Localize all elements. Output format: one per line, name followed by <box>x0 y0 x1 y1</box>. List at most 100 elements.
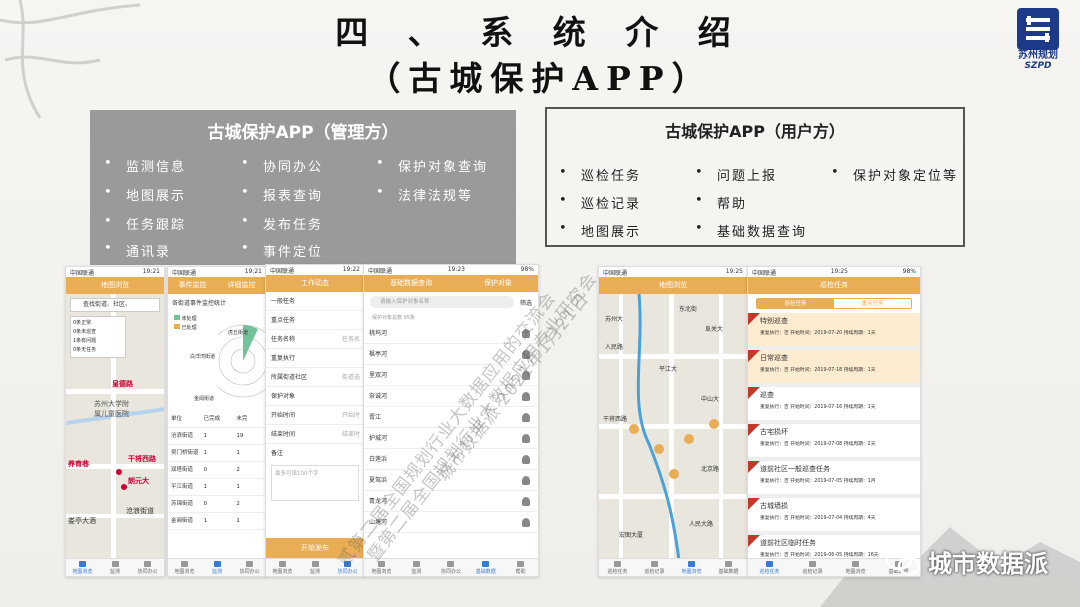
map-view[interactable]: 苏州大 人民路 平江大 东北街 阜关大 中山大 北京路 干将西路 人民大路 宏图… <box>599 294 747 558</box>
nav-bar: 事件监控 详细监控 <box>168 277 266 294</box>
segment-key[interactable]: 重点任务 <box>834 299 911 308</box>
table-row[interactable]: 苏锦街道 0 2 <box>168 496 266 513</box>
location-pin-icon[interactable] <box>654 444 664 454</box>
manager-box-heading: 古城保护APP（管理方） <box>207 123 399 143</box>
tab-office[interactable]: 协同办公 <box>434 559 469 576</box>
map-label: 宏图大厦 <box>619 532 644 539</box>
tab-monitor[interactable]: 监测 <box>201 559 234 576</box>
feature-item: 地图展示 <box>104 185 186 204</box>
feature-item: 巡检任务 <box>559 165 641 184</box>
location-pin-icon[interactable] <box>121 484 127 490</box>
task-flag-icon <box>748 461 760 473</box>
carrier-label: 中国联通 <box>368 268 393 275</box>
carrier-label: 中国联通 <box>603 270 628 277</box>
list-item[interactable]: 护城河 <box>364 428 538 449</box>
list-item[interactable]: 白莲浜 <box>364 449 538 470</box>
chart-legend: 未处理 已处理 <box>174 315 197 333</box>
feature-item: 发布任务 <box>241 214 323 233</box>
tab-office[interactable]: 协同办公 <box>331 559 364 576</box>
tab-map[interactable]: 地图浏览 <box>364 559 399 576</box>
search-input[interactable]: 查找街道、社区、 <box>70 298 160 312</box>
table-row[interactable]: 沧浪街道 1 19 <box>168 428 266 445</box>
nav-tab-event[interactable]: 事件监控 <box>179 277 207 294</box>
map-label: 北京路 <box>701 466 720 473</box>
location-pin-icon[interactable] <box>709 419 719 429</box>
tab-monitor[interactable]: 监测 <box>399 559 434 576</box>
list-item[interactable]: 山塘河 <box>364 512 538 533</box>
table-row[interactable]: 双塔街道 0 2 <box>168 462 266 479</box>
filter-button[interactable]: 筛选 <box>520 298 532 307</box>
tab-map[interactable]: 地图浏览 <box>66 559 99 576</box>
note-textarea[interactable]: 最多可填100个字 <box>271 465 359 501</box>
tab-map[interactable]: 地图浏览 <box>673 559 710 576</box>
tab-office[interactable]: 协同办公 <box>233 559 266 576</box>
tab-bar: 地图浏览 监测 协同办公 <box>168 558 266 576</box>
nav-tab-data[interactable]: 基础数据查询 <box>390 275 432 292</box>
task-item[interactable]: 古宅损坏 重复执行：否 开始时间：2019-07-08 持续周期：2天 <box>748 424 920 461</box>
nav-tab-objects[interactable]: 保护对象 <box>484 275 512 292</box>
map-label: 人民大路 <box>689 521 714 528</box>
tab-help[interactable]: 帮助 <box>503 559 538 576</box>
nav-title: 工作动态 <box>266 275 364 292</box>
clock-label: 19:22 <box>342 266 360 273</box>
task-item[interactable]: 特别巡查 重复执行：否 开始时间：2019-07-20 持续周期：1天 <box>748 313 920 350</box>
slide: 四 、 系 统 介 绍 （古城保护APP） 苏州规划 SZPD 古城保护APP（… <box>0 0 1080 607</box>
form-row[interactable]: 开始时间 开始时 <box>266 406 364 425</box>
map-label: 苏州大学附 <box>94 400 129 408</box>
task-item[interactable]: 古城墙损 重复执行：否 开始时间：2019-07-04 持续周期：4天 <box>748 498 920 535</box>
table-row[interactable]: 金阊街道 1 1 <box>168 513 266 530</box>
clock-label: 19:25 <box>725 268 743 275</box>
form-row[interactable]: 任务名称 任务名 <box>266 330 364 349</box>
list-item[interactable]: 奈诚河 <box>364 386 538 407</box>
tab-office[interactable]: 协同办公 <box>131 559 164 576</box>
list-item[interactable]: 桃坞河 <box>364 323 538 344</box>
tab-map[interactable]: 地图浏览 <box>168 559 201 576</box>
form-row[interactable]: 保护对象 <box>266 387 364 406</box>
tab-data[interactable]: 基础数据 <box>710 559 747 576</box>
location-pin-icon[interactable] <box>629 424 639 434</box>
table-row[interactable]: 吴门桥街道 1 1 <box>168 445 266 462</box>
list-item[interactable]: 青龙河 <box>364 491 538 512</box>
feature-item: 任务跟踪 <box>104 214 186 233</box>
form-row[interactable]: 重点任务 <box>266 311 364 330</box>
tab-inspection[interactable]: 巡检任务 <box>599 559 636 576</box>
task-flag-icon <box>748 313 760 325</box>
location-pin-icon[interactable] <box>116 469 122 475</box>
location-pin-icon[interactable] <box>684 434 694 444</box>
tab-map[interactable]: 地图浏览 <box>834 559 877 576</box>
tab-monitor[interactable]: 监测 <box>99 559 132 576</box>
object-count: 保护对象总数 95条 <box>372 315 415 321</box>
form-row[interactable]: 结束时间 结束时 <box>266 425 364 444</box>
tab-inspection[interactable]: 巡检任务 <box>748 559 791 576</box>
status-bar: 中国联通 19:25 <box>599 267 747 277</box>
status-bar: 中国联通 19:25 98% <box>748 267 920 277</box>
slide-subtitle: （古城保护APP） <box>367 59 713 98</box>
table-row[interactable]: 平江街道 1 1 <box>168 479 266 496</box>
list-item[interactable]: 枫亭河 <box>364 344 538 365</box>
search-input[interactable]: 请输入保护对象名称 <box>370 296 514 308</box>
map-label: 朗元大 <box>128 477 149 485</box>
form-row[interactable]: 重复执行 <box>266 349 364 368</box>
tab-data[interactable]: 基础数据 <box>468 559 503 576</box>
tab-records[interactable]: 巡检记录 <box>636 559 673 576</box>
map-view[interactable]: 查找街道、社区、 0条正常 0条未巡查 1条有问题 0条无任务 苏州大学附 属儿… <box>66 294 164 558</box>
task-item[interactable]: 巡查 重复执行：否 开始时间：2019-07-16 持续周期：1天 <box>748 387 920 424</box>
task-item[interactable]: 道前社区一般巡查任务 重复执行：否 开始时间：2019-07-05 持续周期：1月 <box>748 461 920 498</box>
location-pin-icon[interactable] <box>669 469 679 479</box>
carrier-label: 中国联通 <box>270 268 295 275</box>
segment-inspection[interactable]: 巡检任务 <box>757 299 834 308</box>
list-item[interactable]: 胥江 <box>364 407 538 428</box>
logo-mark <box>1017 8 1059 50</box>
task-item[interactable]: 日常巡查 重复执行：否 开始时间：2019-07-18 持续周期：1天 <box>748 350 920 387</box>
tab-monitor[interactable]: 监测 <box>299 559 332 576</box>
list-item[interactable]: 夏驾浜 <box>364 470 538 491</box>
form-row[interactable]: 所属街道社区 街道选 <box>266 368 364 387</box>
tab-map[interactable]: 地图浏览 <box>266 559 299 576</box>
legend-item: 1条有问题 <box>73 338 97 344</box>
submit-button[interactable]: 开始发布 <box>266 538 364 558</box>
tab-records[interactable]: 巡检记录 <box>791 559 834 576</box>
form-row[interactable]: 一般任务 <box>266 292 364 311</box>
list-item[interactable]: 里双河 <box>364 365 538 386</box>
map-label: 娄亭大酒 <box>68 517 96 525</box>
nav-tab-detail[interactable]: 详细监控 <box>228 277 256 294</box>
